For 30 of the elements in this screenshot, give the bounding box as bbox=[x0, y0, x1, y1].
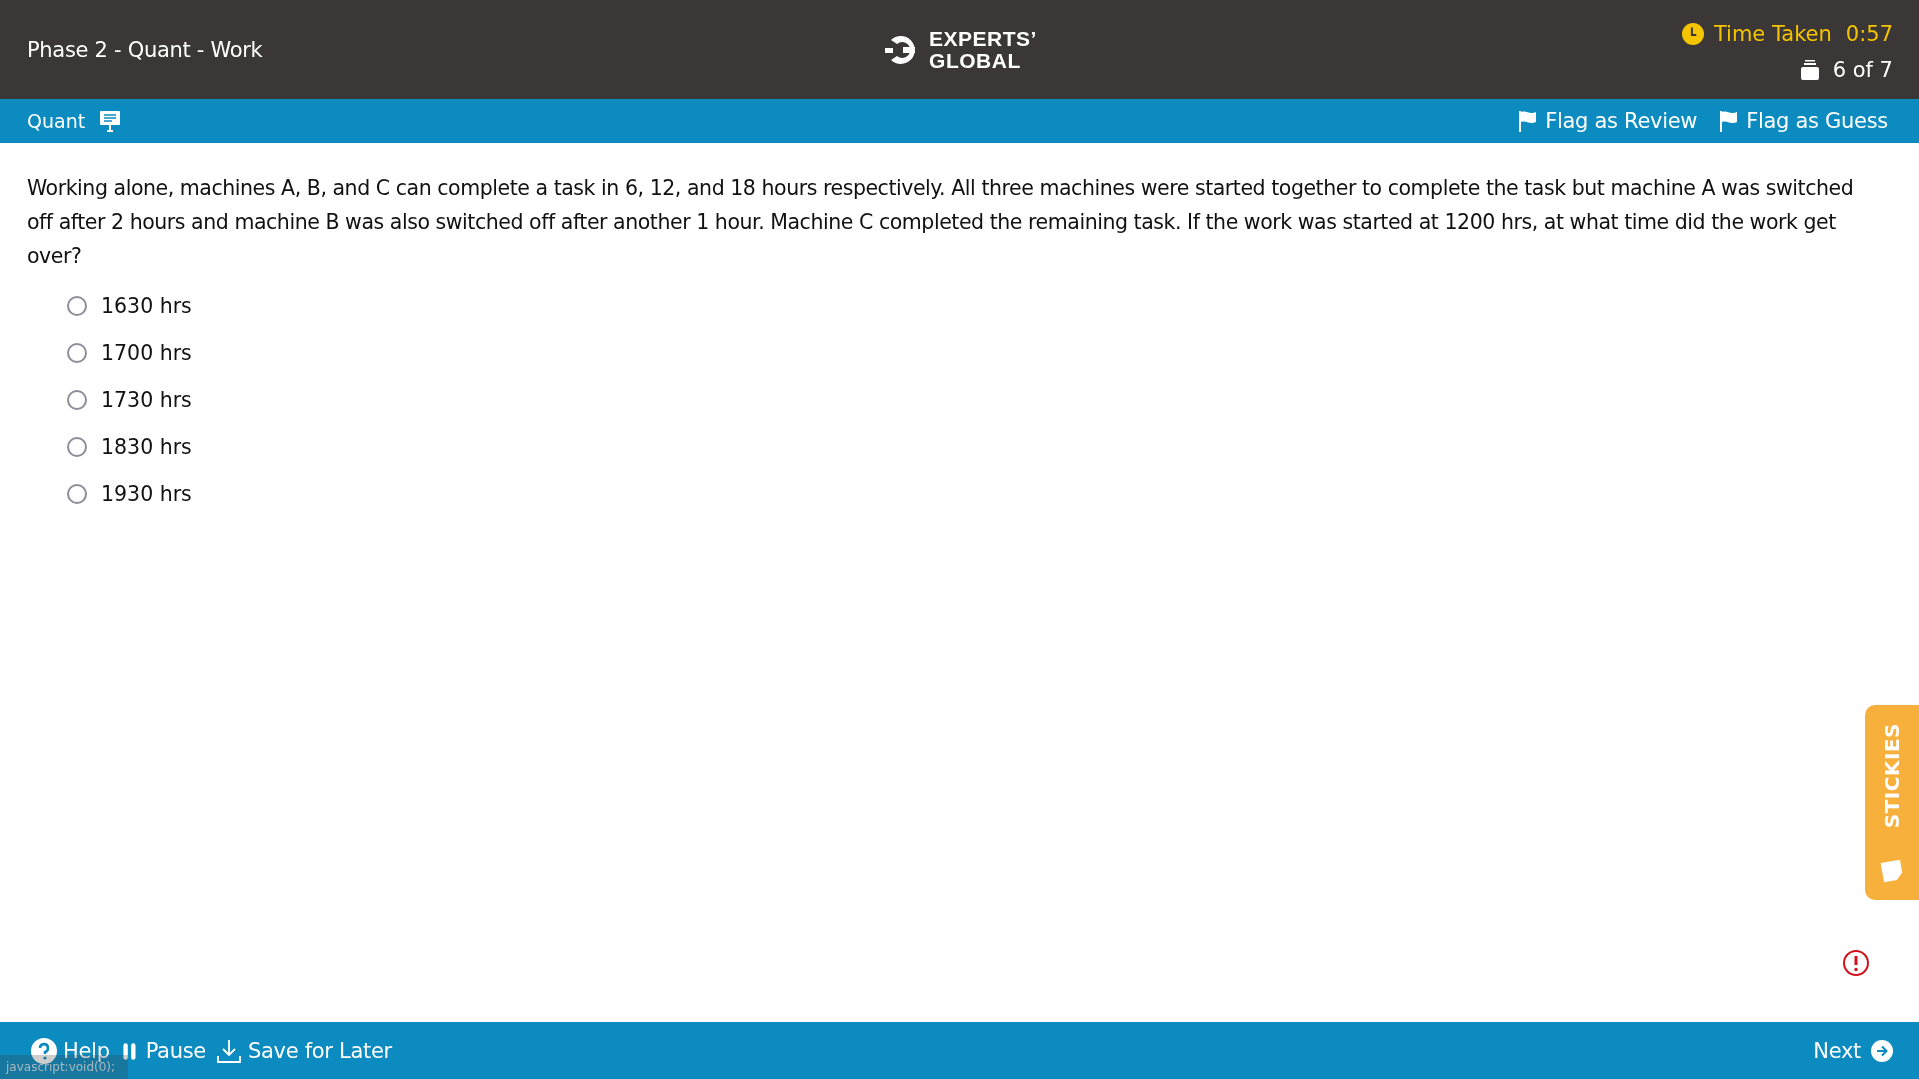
next-button[interactable]: Next bbox=[1813, 1038, 1893, 1063]
flag-icon bbox=[1518, 110, 1539, 132]
stack-icon bbox=[1798, 58, 1821, 81]
alert-icon[interactable] bbox=[1842, 949, 1870, 977]
radio-button[interactable] bbox=[67, 343, 87, 363]
presentation-icon[interactable] bbox=[99, 110, 122, 132]
section-name: Quant bbox=[27, 110, 86, 132]
flag-icon bbox=[1719, 110, 1740, 132]
logo: EXPERTS’ GLOBAL bbox=[883, 27, 1037, 72]
option-label[interactable]: 1830 hrs bbox=[101, 435, 192, 459]
radio-button[interactable] bbox=[67, 484, 87, 504]
arrow-right-icon bbox=[1871, 1039, 1893, 1062]
clock-icon bbox=[1681, 22, 1704, 45]
question-counter: 6 of 7 bbox=[1832, 57, 1893, 82]
radio-button[interactable] bbox=[67, 437, 87, 457]
question-text: Working alone, machines A, B, and C can complete a task in 6, 12, and 18 hours respectively. All three machines were started together to complete the task but machine A was switched off after 2 hours and machine B was also switched off after another 1 hour. Machine C completed the remaining task. If the work was started at 1200 hrs, at what time did the work get over? bbox=[27, 175, 1855, 270]
save-button[interactable]: Save for Later bbox=[215, 1037, 392, 1064]
download-icon bbox=[215, 1037, 242, 1064]
flag-button[interactable]: Flag as Review bbox=[1518, 109, 1698, 133]
sticky-note-icon bbox=[1879, 858, 1905, 884]
option-label[interactable]: 1700 hrs bbox=[101, 341, 192, 365]
option-label[interactable]: 1630 hrs bbox=[101, 294, 192, 318]
flag-button[interactable]: Flag as Guess bbox=[1719, 109, 1888, 133]
timer-value: 0:57 bbox=[1845, 21, 1893, 46]
test-title: Phase 2 - Quant - Work bbox=[27, 37, 264, 62]
radio-button[interactable] bbox=[67, 390, 87, 410]
option-label[interactable]: 1730 hrs bbox=[101, 388, 192, 412]
timer-label: Time Taken bbox=[1713, 21, 1832, 46]
option-label[interactable]: 1930 hrs bbox=[101, 482, 192, 506]
radio-button[interactable] bbox=[67, 296, 87, 316]
